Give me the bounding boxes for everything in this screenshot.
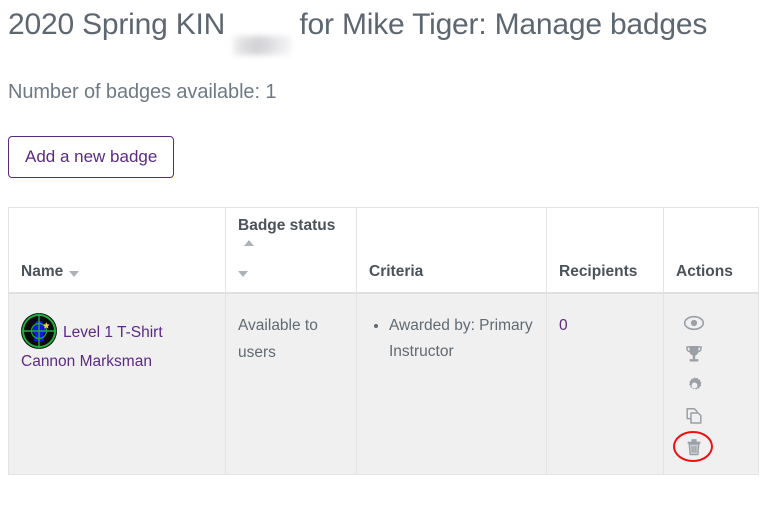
column-header-criteria-label: Criteria [369, 263, 424, 281]
add-a-new-badge-button[interactable]: Add a new badge [8, 136, 175, 178]
column-header-recipients-label: Recipients [559, 263, 638, 281]
duplicate-badge-icon[interactable] [681, 403, 707, 429]
column-header-criteria: Criteria [356, 207, 547, 295]
page-container: 2020 Spring KIN [redacted] for Mike Tige… [0, 6, 772, 476]
marksman-badge-image [21, 313, 57, 350]
column-header-name[interactable]: Name [8, 207, 226, 295]
delete-badge-icon[interactable] [673, 431, 713, 463]
page-title-prefix: 2020 Spring KIN [8, 8, 234, 41]
table-header-row: Name Badge status Criteria Recipients Ac… [8, 207, 759, 295]
cell-criteria: Awarded by: Primary Instructor [356, 292, 547, 476]
award-badge-icon[interactable] [681, 341, 707, 367]
criteria-list-item: Awarded by: Primary Instructor [389, 313, 534, 364]
badges-available-count: Number of badges available: 1 [8, 81, 277, 103]
column-header-badge-status-label: Badge status [238, 217, 336, 234]
toolbar: Add a new badge [8, 136, 764, 178]
recipients-count-link[interactable]: 0 [559, 317, 568, 334]
cell-recipients: 0 [546, 292, 664, 476]
chevron-down-icon[interactable] [69, 271, 80, 278]
chevron-down-icon[interactable] [238, 271, 248, 278]
page-title: 2020 Spring KIN [redacted] for Mike Tige… [8, 6, 708, 55]
action-icon-list [673, 310, 713, 463]
table-header: Name Badge status Criteria Recipients Ac… [8, 207, 759, 295]
cell-actions [663, 292, 759, 476]
column-header-name-label: Name [21, 263, 64, 281]
table-row: Level 1 T-Shirt Cannon Marksman Availabl… [8, 292, 759, 476]
cell-badge-status: Available to users [225, 292, 357, 476]
redacted-course-code: [redacted] [233, 36, 292, 55]
column-header-badge-status[interactable]: Badge status [225, 207, 357, 295]
column-header-recipients: Recipients [546, 207, 664, 295]
criteria-list: Awarded by: Primary Instructor [369, 313, 534, 364]
table-body: Level 1 T-Shirt Cannon Marksman Availabl… [8, 292, 759, 476]
cell-badge-name: Level 1 T-Shirt Cannon Marksman [8, 292, 226, 476]
page-title-suffix: for Mike Tiger: Manage badges [291, 8, 708, 41]
badges-table: Name Badge status Criteria Recipients Ac… [8, 207, 759, 476]
preview-badge-icon[interactable] [681, 310, 707, 336]
column-header-actions: Actions [663, 207, 759, 295]
column-header-actions-label: Actions [676, 263, 733, 281]
chevron-up-icon[interactable] [244, 240, 254, 247]
settings-badge-icon[interactable] [681, 372, 707, 398]
